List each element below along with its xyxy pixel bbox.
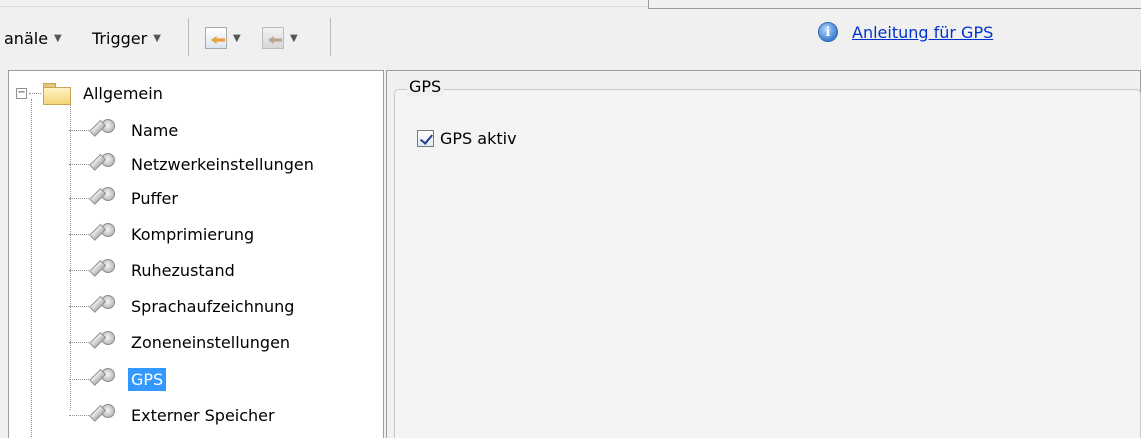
tree-item-puffer[interactable]: Puffer bbox=[69, 181, 178, 215]
trigger-menu[interactable]: Trigger ▼ bbox=[92, 25, 161, 51]
gps-active-label: GPS aktiv bbox=[440, 129, 517, 148]
channels-menu-label: anäle bbox=[4, 28, 49, 48]
export-icon bbox=[262, 27, 284, 49]
tree-item-gps[interactable]: GPS bbox=[69, 362, 167, 396]
export-button[interactable]: ▼ bbox=[262, 25, 298, 51]
gps-active-checkbox-row[interactable]: GPS aktiv bbox=[417, 129, 517, 148]
collapse-icon[interactable]: − bbox=[16, 87, 27, 99]
help-link[interactable]: Anleitung für GPS bbox=[852, 23, 993, 42]
tree-item-ruhezustand[interactable]: Ruhezustand bbox=[69, 253, 235, 287]
tree-line bbox=[69, 305, 89, 307]
tree-line bbox=[29, 92, 41, 94]
tree-line bbox=[69, 269, 89, 271]
chevron-down-icon: ▼ bbox=[233, 32, 241, 44]
tree-item-label: Externer Speicher bbox=[131, 405, 275, 425]
tree-line bbox=[69, 378, 89, 380]
info-icon: i bbox=[818, 22, 838, 42]
toolbar: anäle ▼ Trigger ▼ ▼ ▼ i Anleitung für GP… bbox=[0, 0, 1141, 68]
tree-item-name[interactable]: Name bbox=[69, 113, 178, 147]
chevron-down-icon: ▼ bbox=[153, 32, 161, 44]
tree-item-label: Puffer bbox=[131, 188, 178, 208]
tree-item-externer-speicher[interactable]: Externer Speicher bbox=[69, 398, 275, 432]
tree-root-label: Allgemein bbox=[83, 83, 163, 103]
tree-item-label: Komprimierung bbox=[131, 224, 255, 244]
toolbar-divider bbox=[648, 8, 1141, 9]
tree-item-zoneneinstellungen[interactable]: Zoneneinstellungen bbox=[69, 325, 290, 359]
wrench-icon bbox=[89, 366, 115, 392]
import-button[interactable]: ▼ bbox=[205, 25, 241, 51]
wrench-icon bbox=[89, 402, 115, 428]
channels-menu[interactable]: anäle ▼ bbox=[4, 25, 62, 51]
folder-icon bbox=[43, 83, 71, 105]
tree-line bbox=[69, 197, 89, 199]
tree-item-komprimierung[interactable]: Komprimierung bbox=[69, 217, 254, 251]
wrench-icon bbox=[89, 117, 115, 143]
chevron-down-icon: ▼ bbox=[290, 32, 298, 44]
tree-item-label: Sprachaufzeichnung bbox=[131, 296, 295, 316]
toolbar-divider bbox=[648, 0, 649, 8]
tree-line bbox=[69, 129, 89, 131]
wrench-icon bbox=[89, 329, 115, 355]
wrench-icon bbox=[89, 185, 115, 211]
tree-item-label: Ruhezustand bbox=[131, 260, 235, 280]
toolbar-separator bbox=[188, 18, 189, 56]
tree-line bbox=[69, 233, 89, 235]
tree-line bbox=[31, 99, 32, 438]
tree-item-label: Name bbox=[131, 120, 179, 140]
wrench-icon bbox=[89, 221, 115, 247]
chevron-down-icon: ▼ bbox=[54, 32, 62, 44]
tree-item-label: Netzwerkeinstellungen bbox=[131, 154, 314, 174]
tree-item-label: Zoneneinstellungen bbox=[131, 332, 291, 352]
toolbar-separator bbox=[330, 18, 331, 56]
trigger-menu-label: Trigger bbox=[92, 28, 148, 48]
settings-tree: − Allgemein Name Netzwerkeinstellungen P… bbox=[8, 70, 384, 438]
tree-root-allgemein[interactable]: − Allgemein bbox=[16, 76, 163, 110]
tree-item-netzwerkeinstellungen[interactable]: Netzwerkeinstellungen bbox=[69, 147, 314, 181]
tree-line bbox=[69, 341, 89, 343]
toolbar-divider bbox=[0, 6, 648, 7]
wrench-icon bbox=[89, 293, 115, 319]
tree-line bbox=[69, 163, 89, 165]
import-icon bbox=[205, 27, 227, 49]
tree-item-label: GPS bbox=[128, 367, 167, 391]
wrench-icon bbox=[89, 257, 115, 283]
wrench-icon bbox=[89, 151, 115, 177]
tree-line bbox=[69, 414, 89, 416]
gps-active-checkbox[interactable] bbox=[417, 130, 434, 147]
gps-group-title: GPS bbox=[407, 77, 444, 96]
tree-item-sprachaufzeichnung[interactable]: Sprachaufzeichnung bbox=[69, 289, 294, 323]
gps-settings-panel: GPS GPS aktiv bbox=[386, 70, 1141, 438]
help-link-group[interactable]: i Anleitung für GPS bbox=[818, 22, 993, 42]
